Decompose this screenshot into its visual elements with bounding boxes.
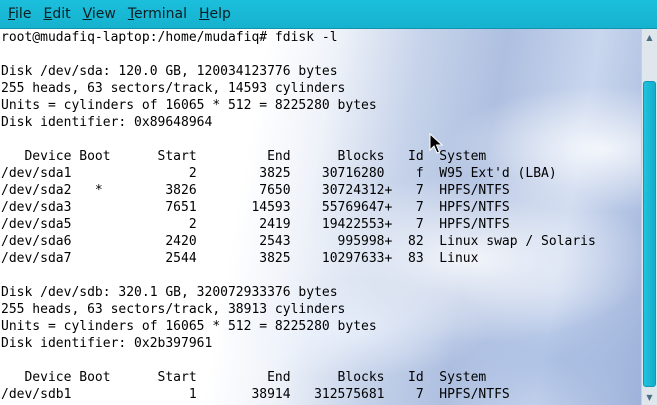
menu-help[interactable]: Help — [193, 0, 237, 28]
vertical-scrollbar[interactable]: ▲ ▼ — [641, 29, 657, 405]
terminal-line-disk-sda: Disk /dev/sda: 120.0 GB, 120034123776 by… — [1, 64, 338, 79]
terminal-line: Units = cylinders of 16065 * 512 = 82252… — [1, 319, 377, 334]
terminal-line: Units = cylinders of 16065 * 512 = 82252… — [1, 98, 377, 113]
terminal-line: Disk identifier: 0x89648964 — [1, 115, 213, 130]
terminal-text: root@mudafiq-laptop:/home/mudafiq# fdisk… — [1, 29, 596, 403]
scroll-down-arrow-icon[interactable]: ▼ — [642, 389, 657, 405]
menu-terminal-label: erminal — [134, 6, 187, 22]
terminal-line-disk-sdb: Disk /dev/sdb: 320.1 GB, 320072933376 by… — [1, 285, 338, 300]
menu-view-mnemonic: V — [82, 6, 92, 22]
menu-file-mnemonic: F — [8, 6, 16, 22]
partition-row: /dev/sda5 2 2419 19422553+ 7 HPFS/NTFS — [1, 217, 510, 232]
mouse-pointer-icon — [429, 133, 443, 154]
partition-row: /dev/sda1 2 3825 30716280 f W95 Ext'd (L… — [1, 166, 557, 181]
terminal-line: 255 heads, 63 sectors/track, 14593 cylin… — [1, 81, 346, 96]
partition-table-header: Device Boot Start End Blocks Id System — [1, 370, 487, 385]
menu-edit-label: dit — [52, 6, 71, 22]
partition-row: /dev/sda2 * 3826 7650 30724312+ 7 HPFS/N… — [1, 183, 510, 198]
menu-edit-mnemonic: E — [43, 6, 53, 22]
terminal-output-area[interactable]: root@mudafiq-laptop:/home/mudafiq# fdisk… — [0, 29, 641, 405]
menu-file[interactable]: File — [2, 0, 37, 28]
partition-row: /dev/sdb1 1 38914 312575681 7 HPFS/NTFS — [1, 387, 510, 402]
menu-view[interactable]: View — [77, 0, 122, 28]
menu-view-label: iew — [91, 6, 116, 22]
terminal-line-prompt: root@mudafiq-laptop:/home/mudafiq# fdisk… — [1, 30, 338, 45]
partition-row: /dev/sda6 2420 2543 995998+ 82 Linux swa… — [1, 234, 596, 249]
partition-row: /dev/sda7 2544 3825 10297633+ 83 Linux — [1, 251, 479, 266]
terminal-line: 255 heads, 63 sectors/track, 38913 cylin… — [1, 302, 346, 317]
menu-help-label: elp — [209, 6, 231, 22]
terminal-window: File Edit View Terminal Help root@mudafi… — [0, 0, 657, 405]
menu-help-mnemonic: H — [199, 6, 210, 22]
terminal-line: Disk identifier: 0x2b397961 — [1, 336, 213, 351]
scroll-up-arrow-icon[interactable]: ▲ — [642, 29, 657, 45]
menubar: File Edit View Terminal Help — [0, 0, 657, 29]
menu-file-label: ile — [15, 6, 32, 22]
partition-row: /dev/sda3 7651 14593 55769647+ 7 HPFS/NT… — [1, 200, 510, 215]
scrollbar-thumb[interactable] — [643, 81, 656, 387]
menu-terminal[interactable]: Terminal — [122, 0, 193, 28]
menu-edit[interactable]: Edit — [37, 0, 76, 28]
partition-table-header: Device Boot Start End Blocks Id System — [1, 149, 487, 164]
